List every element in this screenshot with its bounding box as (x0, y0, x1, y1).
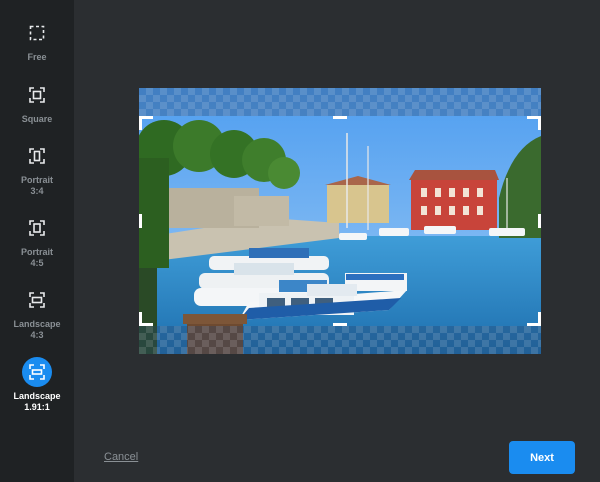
portrait-crop-icon (22, 213, 52, 243)
crop-option-label: Portrait 4:5 (20, 247, 53, 268)
crop-frame[interactable] (139, 116, 541, 326)
crop-handle-top-left[interactable] (139, 116, 142, 130)
cancel-link[interactable]: Cancel (104, 451, 138, 463)
crop-handle-bottom-right[interactable] (538, 312, 541, 326)
next-button[interactable]: Next (509, 441, 575, 474)
crop-option-free[interactable]: Free (0, 18, 74, 63)
crop-mask-top (139, 88, 541, 116)
portrait-crop-icon (22, 141, 52, 171)
landscape-crop-icon (22, 285, 52, 315)
crop-ratio-sidebar: Free Square Portrait 3:4 Portrait 4:5 Land… (0, 0, 74, 482)
crop-option-square[interactable]: Square (0, 80, 74, 125)
landscape-crop-icon (22, 357, 52, 387)
crop-handle-left[interactable] (139, 214, 142, 228)
crop-option-landscape-4-3[interactable]: Landscape 4:3 (0, 285, 74, 341)
crop-option-label: Landscape 4:3 (13, 319, 61, 340)
crop-handle-bottom[interactable] (333, 323, 347, 326)
free-crop-icon (22, 18, 52, 48)
crop-option-label: Square (21, 114, 53, 124)
crop-handle-top[interactable] (333, 116, 347, 119)
square-crop-icon (22, 80, 52, 110)
crop-handle-right[interactable] (538, 214, 541, 228)
crop-handle-top-right[interactable] (538, 116, 541, 130)
crop-option-label: Free (27, 52, 47, 62)
crop-option-label: Landscape 1.91:1 (13, 391, 61, 412)
crop-option-portrait-3-4[interactable]: Portrait 3:4 (0, 141, 74, 197)
crop-handle-bottom-left[interactable] (139, 312, 142, 326)
crop-canvas[interactable] (139, 88, 541, 354)
crop-option-portrait-4-5[interactable]: Portrait 4:5 (0, 213, 74, 269)
crop-mask-bottom (139, 326, 541, 354)
crop-option-label: Portrait 3:4 (20, 175, 53, 196)
crop-option-landscape-1-91-1[interactable]: Landscape 1.91:1 (0, 357, 74, 413)
